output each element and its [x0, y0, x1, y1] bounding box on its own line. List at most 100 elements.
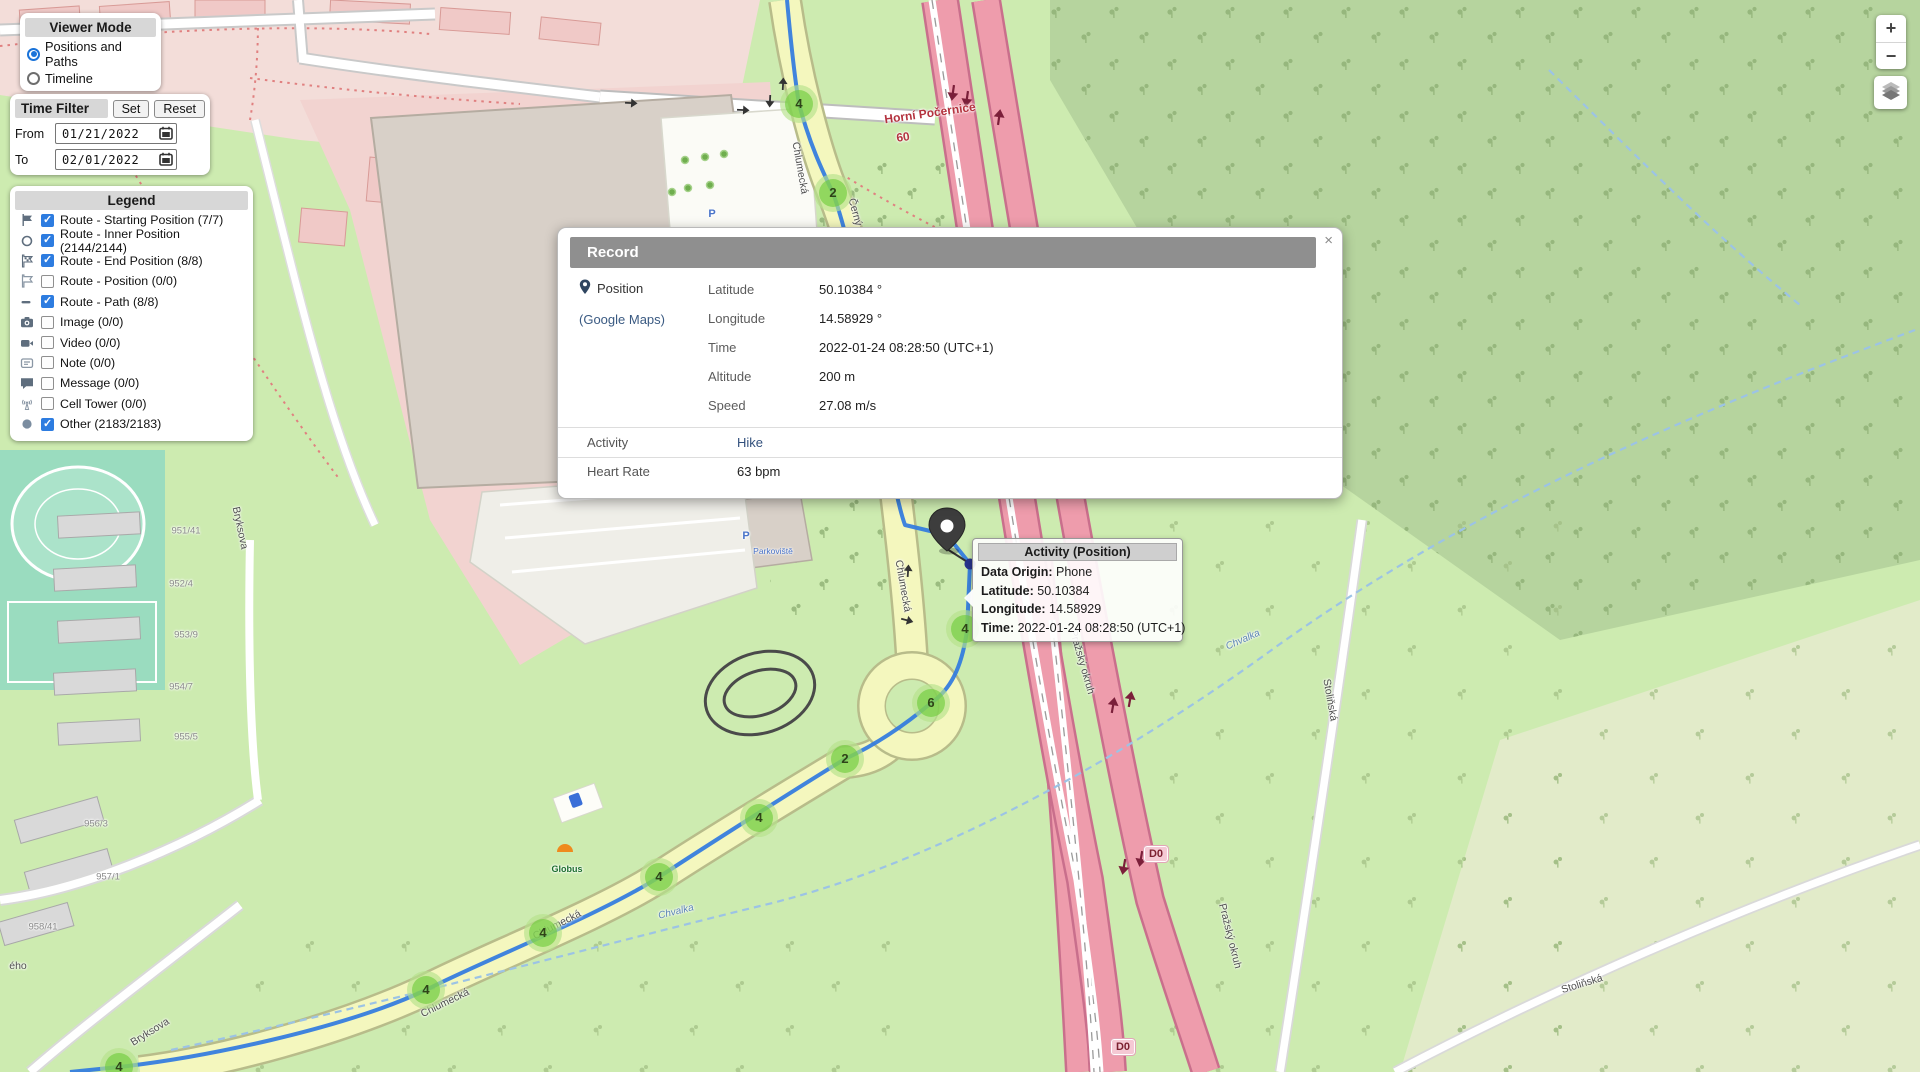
cluster-count: 4	[645, 863, 673, 891]
legend-item-label: Other (2183/2183)	[60, 417, 161, 431]
map-canvas[interactable]	[0, 0, 1920, 1072]
record-field-label: Speed	[708, 398, 819, 413]
route-cluster-marker[interactable]: 2	[826, 740, 864, 778]
legend-checkbox[interactable]	[41, 254, 54, 267]
record-popup: Record × Position (Google Maps) Latitude…	[557, 227, 1343, 499]
legend-title: Legend	[15, 191, 248, 210]
cluster-count: 4	[745, 804, 773, 832]
legend-panel: Legend Route - Starting Position (7/7)Ro…	[10, 186, 253, 441]
google-maps-link[interactable]: (Google Maps)	[579, 312, 665, 327]
record-field-value: 14.58929 °	[819, 311, 882, 326]
route-cluster-marker[interactable]: 2	[814, 174, 852, 212]
cluster-count: 4	[785, 90, 813, 118]
cluster-count: 6	[917, 689, 945, 717]
zoom-control: + −	[1876, 15, 1906, 69]
radio-icon[interactable]	[27, 48, 40, 61]
route-cluster-marker[interactable]: 4	[524, 914, 562, 952]
legend-checkbox[interactable]	[41, 234, 54, 247]
reset-button[interactable]: Reset	[154, 100, 205, 118]
finish-flag-icon	[19, 253, 35, 269]
zoom-out-button[interactable]: −	[1876, 42, 1906, 69]
path-icon	[19, 294, 35, 310]
record-row-value: 63 bpm	[737, 464, 780, 479]
layers-icon	[1880, 79, 1902, 106]
route-cluster-marker[interactable]: 6	[912, 684, 950, 722]
route-cluster-marker[interactable]: 4	[407, 971, 445, 1009]
note-icon	[19, 355, 35, 371]
message-icon	[19, 375, 35, 391]
legend-item-label: Route - End Position (8/8)	[60, 254, 203, 268]
viewer-mode-title: Viewer Mode	[25, 18, 156, 37]
record-row-label: Activity	[587, 435, 737, 450]
legend-checkbox[interactable]	[41, 295, 54, 308]
video-icon	[19, 335, 35, 351]
legend-item: Image (0/0)	[15, 312, 248, 332]
record-field-value: 50.10384 °	[819, 282, 882, 297]
route-cluster-marker[interactable]: 4	[640, 858, 678, 896]
calendar-icon[interactable]	[159, 152, 173, 169]
legend-checkbox[interactable]	[41, 397, 54, 410]
legend-item-label: Video (0/0)	[60, 336, 120, 350]
legend-item-label: Route - Position (0/0)	[60, 274, 177, 288]
close-icon[interactable]: ×	[1324, 233, 1333, 248]
cluster-count: 4	[529, 919, 557, 947]
cluster-count: 4	[412, 976, 440, 1004]
tooltip-line: Data Origin: Phone	[973, 563, 1182, 582]
route-cluster-marker[interactable]: 4	[740, 799, 778, 837]
viewer-mode-option-1[interactable]: Timeline	[25, 69, 156, 86]
record-field-row: Altitude200 m	[708, 362, 1322, 391]
route-cluster-marker[interactable]: 4	[780, 85, 818, 123]
legend-checkbox[interactable]	[41, 214, 54, 227]
camera-icon	[19, 314, 35, 330]
time-filter-panel: Time Filter Set Reset From To	[10, 94, 210, 175]
zoom-in-button[interactable]: +	[1876, 15, 1906, 42]
record-field-row: Latitude50.10384 °	[708, 275, 1322, 304]
activity-tooltip-title: Activity (Position)	[978, 543, 1177, 561]
legend-item-label: Route - Inner Position (2144/2144)	[60, 227, 248, 255]
legend-checkbox[interactable]	[41, 316, 54, 329]
record-field-value: 200 m	[819, 369, 855, 384]
record-extra-row: ActivityHike	[558, 427, 1342, 457]
record-field-label: Time	[708, 340, 819, 355]
record-field-value: 2022-01-24 08:28:50 (UTC+1)	[819, 340, 994, 355]
to-label: To	[15, 153, 49, 167]
set-button[interactable]: Set	[113, 100, 150, 118]
layers-button[interactable]	[1874, 76, 1907, 109]
legend-item-label: Route - Starting Position (7/7)	[60, 213, 223, 227]
cluster-count: 4	[105, 1053, 133, 1072]
viewer-mode-panel: Viewer Mode Positions and Paths Timeline	[20, 13, 161, 91]
flag-icon	[19, 212, 35, 228]
legend-item: Cell Tower (0/0)	[15, 394, 248, 414]
legend-item: Route - Path (8/8)	[15, 292, 248, 312]
legend-checkbox[interactable]	[41, 356, 54, 369]
tooltip-line: Longitude: 14.58929	[973, 600, 1182, 619]
legend-checkbox[interactable]	[41, 336, 54, 349]
flag-outline-icon	[19, 273, 35, 289]
viewer-mode-option-label: Timeline	[45, 71, 93, 86]
cell-tower-icon	[19, 396, 35, 412]
legend-item: Route - Inner Position (2144/2144)	[15, 230, 248, 250]
legend-checkbox[interactable]	[41, 275, 54, 288]
legend-item-label: Note (0/0)	[60, 356, 115, 370]
cluster-count: 2	[831, 745, 859, 773]
calendar-icon[interactable]	[159, 126, 173, 143]
dot-icon	[19, 416, 35, 432]
legend-item: Message (0/0)	[15, 373, 248, 393]
legend-item: Other (2183/2183)	[15, 414, 248, 434]
circle-icon	[19, 233, 35, 249]
viewer-mode-option-label: Positions and Paths	[45, 39, 154, 69]
legend-item-label: Image (0/0)	[60, 315, 123, 329]
legend-item: Video (0/0)	[15, 332, 248, 352]
map-viewer: ChlumeckáChlumeckáChlumeckáChlumeckáPraž…	[0, 0, 1920, 1072]
radio-icon[interactable]	[27, 72, 40, 85]
record-field-row: Speed27.08 m/s	[708, 391, 1322, 420]
legend-item-label: Message (0/0)	[60, 376, 139, 390]
legend-checkbox[interactable]	[41, 418, 54, 431]
tooltip-line: Latitude: 50.10384	[973, 582, 1182, 601]
record-field-label: Altitude	[708, 369, 819, 384]
record-field-row: Time2022-01-24 08:28:50 (UTC+1)	[708, 333, 1322, 362]
viewer-mode-option-0[interactable]: Positions and Paths	[25, 37, 156, 69]
legend-item-label: Cell Tower (0/0)	[60, 397, 147, 411]
legend-checkbox[interactable]	[41, 377, 54, 390]
record-row-value: Hike	[737, 435, 763, 450]
